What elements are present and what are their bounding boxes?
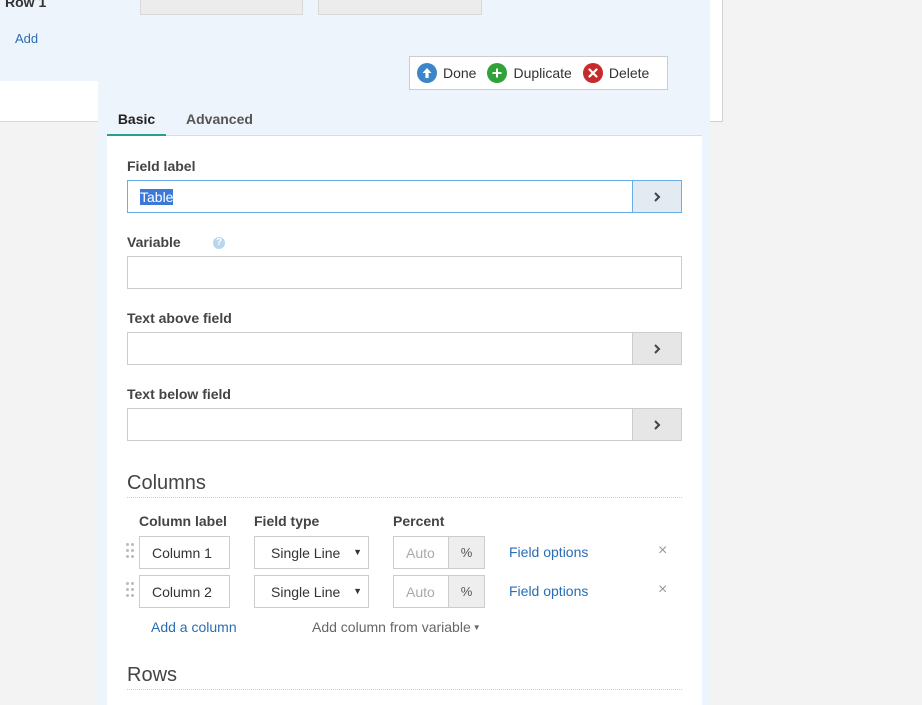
field-action-toolbar: Done Duplicate Delete [409,56,668,90]
settings-tabs: Basic Advanced [107,104,702,137]
text-above-heading: Text above field [127,310,232,326]
add-column-from-variable-dropdown[interactable]: Add column from variable ▼ [312,619,481,635]
text-below-expand-button[interactable] [632,408,682,441]
column-label-input[interactable]: Column 2 [139,575,230,608]
field-type-select[interactable]: Single Line ▼ [254,575,369,608]
caret-down-icon: ▼ [353,586,362,596]
basic-settings: Field label Table Variable ? Text above … [107,136,702,705]
chevron-right-icon [654,343,661,354]
percent-addon: % [448,536,485,569]
duplicate-label: Duplicate [513,65,572,81]
drag-handle-icon[interactable] [126,582,136,600]
field-settings-panel: Basic Advanced Field label Table Variabl… [107,104,702,705]
percent-input[interactable]: Auto [393,536,449,569]
text-above-input[interactable] [127,332,633,365]
placeholder-field [140,0,303,15]
variable-heading: Variable ? [127,234,225,250]
field-label-expand-button[interactable] [632,180,682,213]
chevron-right-icon [654,419,661,430]
rows-heading: Rows [127,664,178,686]
field-options-link[interactable]: Field options [509,544,588,560]
percent-input[interactable]: Auto [393,575,449,608]
delete-label: Delete [608,65,650,81]
field-label-heading: Field label [127,158,196,174]
right-card-edge [710,0,723,122]
duplicate-button[interactable]: Duplicate [487,63,572,83]
row-title: Row 1 [5,0,47,10]
text-above-expand-button[interactable] [632,332,682,365]
field-type-value: Single Line [271,545,341,561]
drag-handle-icon[interactable] [126,543,136,561]
add-column-from-variable-label: Add column from variable [312,619,471,635]
plus-icon [487,63,508,83]
field-type-header: Field type [254,513,320,529]
percent-addon: % [448,575,485,608]
field-label-value: Table [140,189,174,205]
placeholder-field [318,0,482,15]
section-divider [127,689,682,690]
right-pane [710,0,922,705]
add-column-link[interactable]: Add a column [151,619,237,635]
text-below-input[interactable] [127,408,633,441]
field-type-select[interactable]: Single Line ▼ [254,536,369,569]
tab-advanced[interactable]: Advanced [186,111,253,134]
help-icon[interactable]: ? [213,237,225,249]
remove-column-icon[interactable]: × [658,542,667,560]
variable-label: Variable [127,234,181,250]
done-button[interactable]: Done [417,63,476,83]
column-label-input[interactable]: Column 1 [139,536,230,569]
chevron-right-icon [654,191,661,202]
variable-input[interactable] [127,256,682,289]
caret-down-icon: ▼ [353,547,362,557]
caret-down-icon: ▼ [472,623,481,632]
field-type-value: Single Line [271,584,341,600]
field-options-link[interactable]: Field options [509,583,588,599]
columns-heading: Columns [127,472,206,494]
left-card [0,81,98,122]
field-label-group: Table [127,180,682,213]
percent-header: Percent [393,513,445,529]
close-icon [582,63,603,83]
text-below-heading: Text below field [127,386,231,402]
column-label-header: Column label [139,513,227,529]
add-row-link[interactable]: Add [15,31,38,46]
done-label: Done [443,65,477,81]
text-above-group [127,332,682,365]
left-gutter [0,122,98,705]
percent-group: Auto % [393,575,485,608]
field-label-input[interactable]: Table [127,180,633,213]
text-below-group [127,408,682,441]
delete-button[interactable]: Delete [582,63,650,83]
percent-group: Auto % [393,536,485,569]
section-divider [127,497,682,498]
arrow-up-icon [417,63,437,83]
tab-basic[interactable]: Basic [107,111,166,137]
remove-column-icon[interactable]: × [658,581,667,599]
